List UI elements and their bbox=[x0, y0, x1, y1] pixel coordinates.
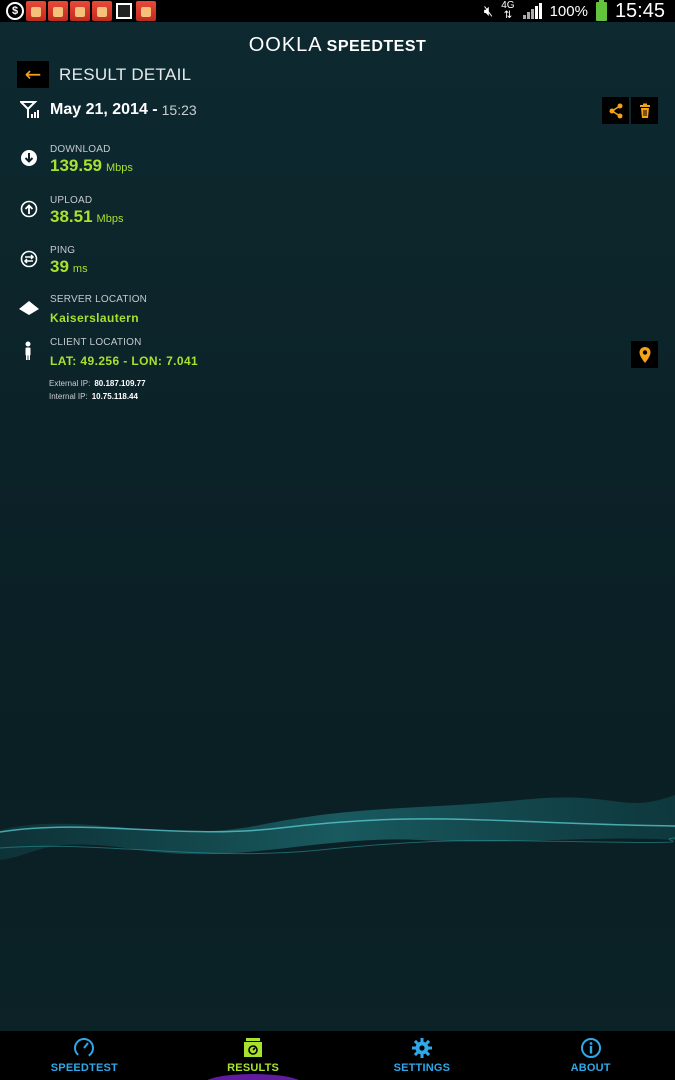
ping-value: 39 bbox=[50, 257, 69, 276]
download-icon bbox=[21, 150, 37, 166]
server-value-row: Kaiserslautern bbox=[50, 309, 139, 327]
person-icon bbox=[25, 341, 31, 360]
server-label: SERVER LOCATION bbox=[50, 294, 148, 305]
download-value: 139.59 bbox=[50, 156, 102, 175]
bottom-navigation: SPEEDTEST RESULTS SETTINGS ABOUT bbox=[0, 1031, 675, 1080]
back-button[interactable]: ← bbox=[17, 61, 49, 88]
download-metric: DOWNLOAD 139.59 Mbps bbox=[18, 144, 218, 180]
active-indicator bbox=[203, 1074, 304, 1080]
qr-icon bbox=[116, 3, 132, 19]
ping-label: PING bbox=[50, 245, 76, 256]
result-date: May 21, 2014 - bbox=[50, 101, 158, 118]
system-status: 🔇︎ 4G ⇅ 100% 15:45 bbox=[484, 0, 665, 22]
background-wave bbox=[0, 795, 675, 860]
internal-ip-value: 10.75.118.44 bbox=[91, 392, 138, 401]
upload-value-row: 38.51 Mbps bbox=[50, 207, 123, 227]
back-arrow-icon: ← bbox=[24, 62, 42, 86]
signal-icon bbox=[522, 3, 542, 19]
client-value-row: LAT: 49.256 - LON: 7.041 bbox=[50, 352, 198, 370]
client-label: CLIENT LOCATION bbox=[50, 337, 142, 348]
antenna-icon bbox=[20, 101, 39, 118]
map-pin-icon bbox=[639, 346, 650, 363]
gauge-icon bbox=[74, 1038, 95, 1058]
info-icon bbox=[580, 1038, 601, 1058]
game-notification-icon bbox=[92, 1, 112, 21]
external-ip-label: External IP: bbox=[49, 379, 91, 388]
internal-ip-row: Internal IP: 10.75.118.44 bbox=[49, 390, 146, 403]
external-ip-value: 80.187.109.77 bbox=[94, 379, 146, 388]
ping-icon bbox=[20, 250, 38, 268]
delete-button[interactable] bbox=[631, 97, 658, 124]
game-notification-icon bbox=[26, 1, 46, 21]
network-indicator: 4G ⇅ bbox=[501, 1, 514, 21]
nav-about-label: ABOUT bbox=[570, 1062, 611, 1074]
data-arrows-icon: ⇅ bbox=[503, 10, 513, 21]
external-ip-row: External IP: 80.187.109.77 bbox=[49, 377, 146, 390]
nav-speedtest[interactable]: SPEEDTEST bbox=[0, 1031, 169, 1080]
game-notification-icon bbox=[70, 1, 90, 21]
game-notification-icon bbox=[136, 1, 156, 21]
nav-settings[interactable]: SETTINGS bbox=[338, 1031, 507, 1080]
upload-icon bbox=[20, 200, 38, 218]
battery-icon bbox=[595, 0, 607, 21]
download-label: DOWNLOAD bbox=[50, 144, 111, 155]
page-title: RESULT DETAIL bbox=[59, 65, 192, 84]
client-value: LAT: 49.256 - LON: 7.041 bbox=[50, 354, 199, 368]
battery-percent: 100% bbox=[549, 2, 588, 20]
dollar-icon: $ bbox=[6, 2, 24, 20]
product-name: SPEEDTEST bbox=[326, 38, 427, 55]
game-notification-icon bbox=[48, 1, 68, 21]
upload-value: 38.51 bbox=[50, 207, 93, 226]
upload-label: UPLOAD bbox=[50, 195, 93, 206]
results-icon bbox=[244, 1038, 263, 1057]
clock: 15:45 bbox=[614, 0, 665, 22]
nav-speedtest-label: SPEEDTEST bbox=[50, 1062, 118, 1074]
nav-about[interactable]: ABOUT bbox=[506, 1031, 675, 1080]
ip-info: External IP: 80.187.109.77 Internal IP: 10… bbox=[49, 377, 146, 403]
logo-text: OOKLA bbox=[248, 34, 323, 56]
ping-unit: ms bbox=[72, 263, 88, 275]
notification-area: $ bbox=[0, 1, 156, 21]
status-bar: $ 🔇︎ 4G ⇅ 100% 15:45 bbox=[0, 0, 675, 22]
ping-value-row: 39 ms bbox=[50, 257, 88, 277]
ping-metric: PING 39 ms bbox=[18, 245, 218, 281]
nav-results[interactable]: RESULTS bbox=[169, 1031, 338, 1080]
app-logo: OOKLA SPEEDTEST bbox=[0, 34, 675, 57]
trash-icon bbox=[639, 103, 650, 118]
map-button[interactable] bbox=[631, 341, 658, 368]
share-button[interactable] bbox=[602, 97, 629, 124]
server-icon bbox=[19, 301, 39, 315]
upload-unit: Mbps bbox=[96, 213, 124, 225]
upload-metric: UPLOAD 38.51 Mbps bbox=[18, 195, 218, 231]
server-location: SERVER LOCATION Kaiserslautern bbox=[18, 294, 318, 327]
result-time: 15:23 bbox=[161, 102, 197, 118]
client-location: CLIENT LOCATION LAT: 49.256 - LON: 7.041 bbox=[18, 337, 318, 371]
download-value-row: 139.59 Mbps bbox=[50, 156, 133, 176]
server-value: Kaiserslautern bbox=[50, 311, 139, 325]
gear-icon bbox=[411, 1038, 432, 1058]
result-date-row: May 21, 2014 - 15:23 bbox=[20, 100, 197, 120]
share-icon bbox=[609, 103, 622, 118]
nav-results-label: RESULTS bbox=[227, 1062, 280, 1074]
nav-settings-label: SETTINGS bbox=[393, 1062, 451, 1074]
mute-icon: 🔇︎ bbox=[483, 2, 494, 20]
internal-ip-label: Internal IP: bbox=[49, 392, 88, 401]
download-unit: Mbps bbox=[106, 162, 133, 174]
